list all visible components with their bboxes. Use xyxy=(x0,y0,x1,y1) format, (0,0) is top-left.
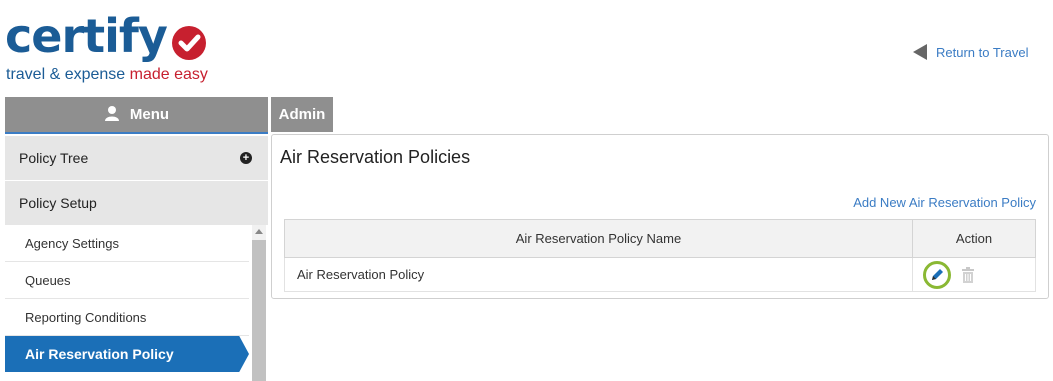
policy-table: Air Reservation Policy Name Action Air R… xyxy=(284,219,1036,292)
return-to-travel-label: Return to Travel xyxy=(936,44,1029,60)
sidebar-item-reporting-conditions[interactable]: Reporting Conditions xyxy=(5,299,249,336)
scrollbar-thumb[interactable] xyxy=(252,240,266,381)
column-header-action: Action xyxy=(912,219,1036,258)
logo-wordmark: certify xyxy=(5,9,168,63)
sidebar-section-policy-setup[interactable]: Policy Setup xyxy=(5,181,268,225)
column-header-name[interactable]: Air Reservation Policy Name xyxy=(284,219,913,258)
return-to-travel-link[interactable]: Return to Travel xyxy=(913,44,1029,60)
action-cell xyxy=(912,257,1036,292)
sidebar-item-label: Agency Settings xyxy=(25,235,119,251)
checkmark-icon xyxy=(172,26,206,60)
logo-tagline: travel & expense made easy xyxy=(6,66,208,84)
sidebar-section-policy-tree[interactable]: Policy Tree + xyxy=(5,136,268,180)
admin-tab-label: Admin xyxy=(278,106,326,123)
sidebar-scrollbar[interactable] xyxy=(252,225,266,381)
sidebar-item-label: Air Reservation Policy xyxy=(25,346,174,362)
certify-logo: certify travel & expense made easy xyxy=(5,8,235,88)
sidebar-list: Agency Settings Queues Reporting Conditi… xyxy=(5,225,249,372)
sidebar-item-air-reservation-policy[interactable]: Air Reservation Policy xyxy=(5,336,249,372)
table-row: Air Reservation Policy xyxy=(284,257,1036,292)
main-panel: Air Reservation Policies Add New Air Res… xyxy=(271,134,1049,299)
admin-tab[interactable]: Admin xyxy=(271,97,333,132)
edit-icon[interactable] xyxy=(923,260,951,289)
page-title: Air Reservation Policies xyxy=(280,147,471,167)
sidebar-item-queues[interactable]: Queues xyxy=(5,262,249,299)
sidebar: Policy Tree + Policy Setup Agency Settin… xyxy=(5,134,268,381)
menu-tab[interactable]: Menu xyxy=(5,97,268,132)
plus-circle-icon[interactable]: + xyxy=(240,152,252,164)
sidebar-section-label: Policy Tree xyxy=(19,150,89,166)
sidebar-item-agency-settings[interactable]: Agency Settings xyxy=(5,225,249,262)
left-arrow-icon xyxy=(913,44,927,60)
sidebar-section-label: Policy Setup xyxy=(19,195,97,211)
tagline-part2: made easy xyxy=(129,66,208,83)
user-icon xyxy=(104,105,120,125)
menu-tab-label: Menu xyxy=(129,106,170,123)
sidebar-item-label: Queues xyxy=(25,272,71,288)
sidebar-item-label: Reporting Conditions xyxy=(25,309,147,325)
add-new-policy-link[interactable]: Add New Air Reservation Policy xyxy=(853,195,1036,210)
trash-icon[interactable] xyxy=(961,266,975,283)
scroll-up-arrow-icon[interactable] xyxy=(255,229,263,234)
tagline-part1: travel & expense xyxy=(6,66,130,83)
table-header-row: Air Reservation Policy Name Action xyxy=(284,219,1036,258)
policy-name-cell: Air Reservation Policy xyxy=(284,257,913,292)
